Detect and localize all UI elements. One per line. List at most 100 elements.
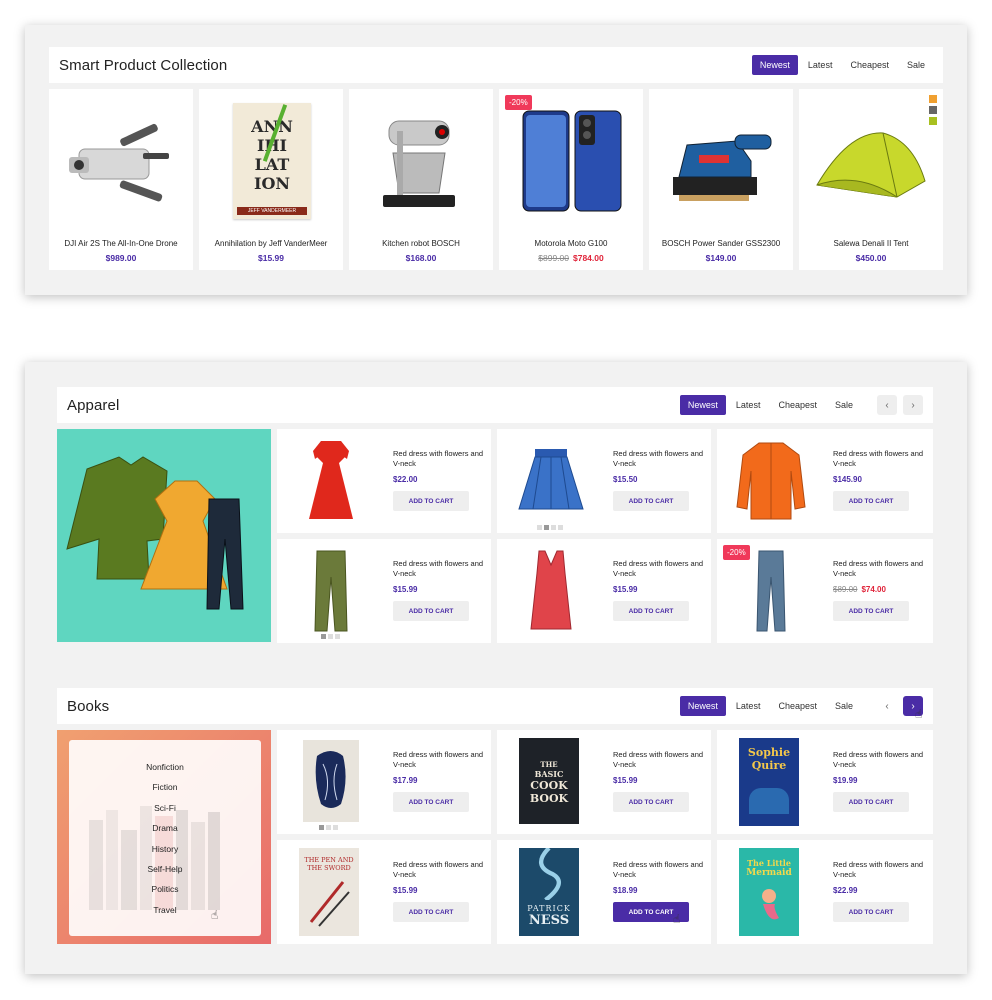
book-category-list: Nonfiction Fiction Sci-Fi Drama History … [69,740,261,936]
product-name[interactable]: Red dress with flowers and V-neck [393,449,489,469]
product-card-annihilation[interactable]: ANN IHI LAT ION JEFF VANDERMEER Annihila… [199,89,343,270]
tab-latest[interactable]: Latest [800,55,841,75]
product-name[interactable]: Motorola Moto G100 [499,239,643,248]
dot[interactable] [326,825,331,830]
book-card-6[interactable]: The Little Mermaid Red dress with flower… [717,840,933,944]
category-fiction[interactable]: Fiction [69,782,261,792]
red-dress-image [309,441,353,519]
smart-collection-panel: Smart Product Collection Newest Latest C… [25,25,967,295]
book-card-5[interactable]: PATRICK NESS Red dress with flowers and … [497,840,711,944]
apparel-card-1[interactable]: Red dress with flowers and V-neck $22.00… [277,429,491,533]
dot[interactable] [558,525,563,530]
product-card-tent[interactable]: Salewa Denali II Tent $450.00 [799,89,943,270]
product-name[interactable]: Red dress with flowers and V-neck [833,559,929,579]
dot[interactable] [551,525,556,530]
product-name[interactable]: Red dress with flowers and V-neck [613,559,709,579]
book-card-2[interactable]: THE BASIC COOK BOOK Red dress with flowe… [497,730,711,834]
apparel-title: Apparel [67,396,120,414]
product-name[interactable]: Annihilation by Jeff VanderMeer [199,239,343,248]
tab-sale[interactable]: Sale [899,55,933,75]
add-to-cart-button[interactable]: ADD TO CART [833,491,909,511]
product-name[interactable]: Red dress with flowers and V-neck [393,860,489,880]
add-to-cart-button[interactable]: ADD TO CART [393,601,469,621]
product-price: $19.99 [833,776,858,785]
apparel-card-6[interactable]: -20% Red dress with flowers and V-neck $… [717,539,933,643]
image-dots [321,634,340,639]
product-name[interactable]: Red dress with flowers and V-neck [613,449,709,469]
add-to-cart-button[interactable]: ADD TO CART [833,601,909,621]
dot[interactable] [321,634,326,639]
tab-newest[interactable]: Newest [679,696,726,716]
book-card-1[interactable]: Red dress with flowers and V-neck $17.99… [277,730,491,834]
category-self-help[interactable]: Self-Help [69,864,261,874]
tab-cheapest[interactable]: Cheapest [770,395,825,415]
product-name[interactable]: Red dress with flowers and V-neck [833,449,929,469]
tab-cheapest[interactable]: Cheapest [770,696,825,716]
product-card-drone[interactable]: DJI Air 2S The All-In-One Drone $989.00 [49,89,193,270]
product-price: $17.99 [393,776,418,785]
apparel-card-2[interactable]: Red dress with flowers and V-neck $15.50… [497,429,711,533]
image-dots [319,825,338,830]
product-price: $15.99 [258,253,284,263]
category-politics[interactable]: Politics [69,884,261,894]
add-to-cart-button[interactable]: ADD TO CART [613,601,689,621]
dot[interactable] [333,825,338,830]
category-drama[interactable]: Drama [69,823,261,833]
product-name[interactable]: DJI Air 2S The All-In-One Drone [49,239,193,248]
add-to-cart-button[interactable]: ADD TO CART [833,792,909,812]
product-card-kitchen-robot[interactable]: Kitchen robot BOSCH $168.00 [349,89,493,270]
product-card-motorola[interactable]: -20% Motorola Moto G100 $899.00 $784.00 [499,89,643,270]
book-card-4[interactable]: THE PEN AND THE SWORD Red dress with flo… [277,840,491,944]
add-to-cart-button[interactable]: ADD TO CART [613,491,689,511]
tab-newest[interactable]: Newest [679,395,726,415]
add-to-cart-button[interactable]: ADD TO CART [393,491,469,511]
books-tabs: Newest Latest Cheapest Sale ‹ › [679,696,923,716]
category-nonfiction[interactable]: Nonfiction [69,762,261,772]
apparel-card-3[interactable]: Red dress with flowers and V-neck $145.9… [717,429,933,533]
product-price: $168.00 [405,253,437,263]
product-name[interactable]: Red dress with flowers and V-neck [833,860,929,880]
pointer-cursor-icon: ☝ [211,908,219,922]
product-card-sander[interactable]: BOSCH Power Sander GSS2300 $149.00 [649,89,793,270]
add-to-cart-button[interactable]: ADD TO CART [613,792,689,812]
apparel-card-5[interactable]: Red dress with flowers and V-neck $15.99… [497,539,711,643]
tab-latest[interactable]: Latest [728,696,769,716]
dot[interactable] [544,525,549,530]
product-name[interactable]: Red dress with flowers and V-neck [393,559,489,579]
olive-pants-image [314,550,348,632]
apparel-banner[interactable] [57,429,271,642]
tab-cheapest[interactable]: Cheapest [842,55,897,75]
category-travel[interactable]: Travel [69,905,261,915]
pointer-cursor-icon: ☝ [673,912,681,926]
apparel-card-4[interactable]: Red dress with flowers and V-neck $15.99… [277,539,491,643]
next-arrow-button[interactable]: › [903,395,923,415]
prev-arrow-button[interactable]: ‹ [877,696,897,716]
book-card-3[interactable]: Sophie Quire Red dress with flowers and … [717,730,933,834]
dot[interactable] [335,634,340,639]
add-to-cart-button[interactable]: ADD TO CART [393,792,469,812]
product-name[interactable]: BOSCH Power Sander GSS2300 [649,239,793,248]
collection-tabs: Newest Latest Cheapest Sale [751,55,933,75]
blue-skirt-image [518,449,584,510]
tab-sale[interactable]: Sale [827,696,861,716]
add-to-cart-button[interactable]: ADD TO CART [393,902,469,922]
tab-latest[interactable]: Latest [728,395,769,415]
image-dots [537,525,563,530]
dot[interactable] [537,525,542,530]
dot[interactable] [319,825,324,830]
product-price: $22.99 [833,886,858,895]
category-history[interactable]: History [69,844,261,854]
prev-arrow-button[interactable]: ‹ [877,395,897,415]
dot[interactable] [328,634,333,639]
product-name[interactable]: Red dress with flowers and V-neck [613,750,709,770]
phone-image [522,110,622,212]
category-sci-fi[interactable]: Sci-Fi [69,803,261,813]
product-name[interactable]: Red dress with flowers and V-neck [613,860,709,880]
product-name[interactable]: Red dress with flowers and V-neck [833,750,929,770]
tab-sale[interactable]: Sale [827,395,861,415]
add-to-cart-button[interactable]: ADD TO CART [833,902,909,922]
product-name[interactable]: Salewa Denali II Tent [799,239,943,248]
tab-newest[interactable]: Newest [751,55,798,75]
product-name[interactable]: Kitchen robot BOSCH [349,239,493,248]
product-name[interactable]: Red dress with flowers and V-neck [393,750,489,770]
